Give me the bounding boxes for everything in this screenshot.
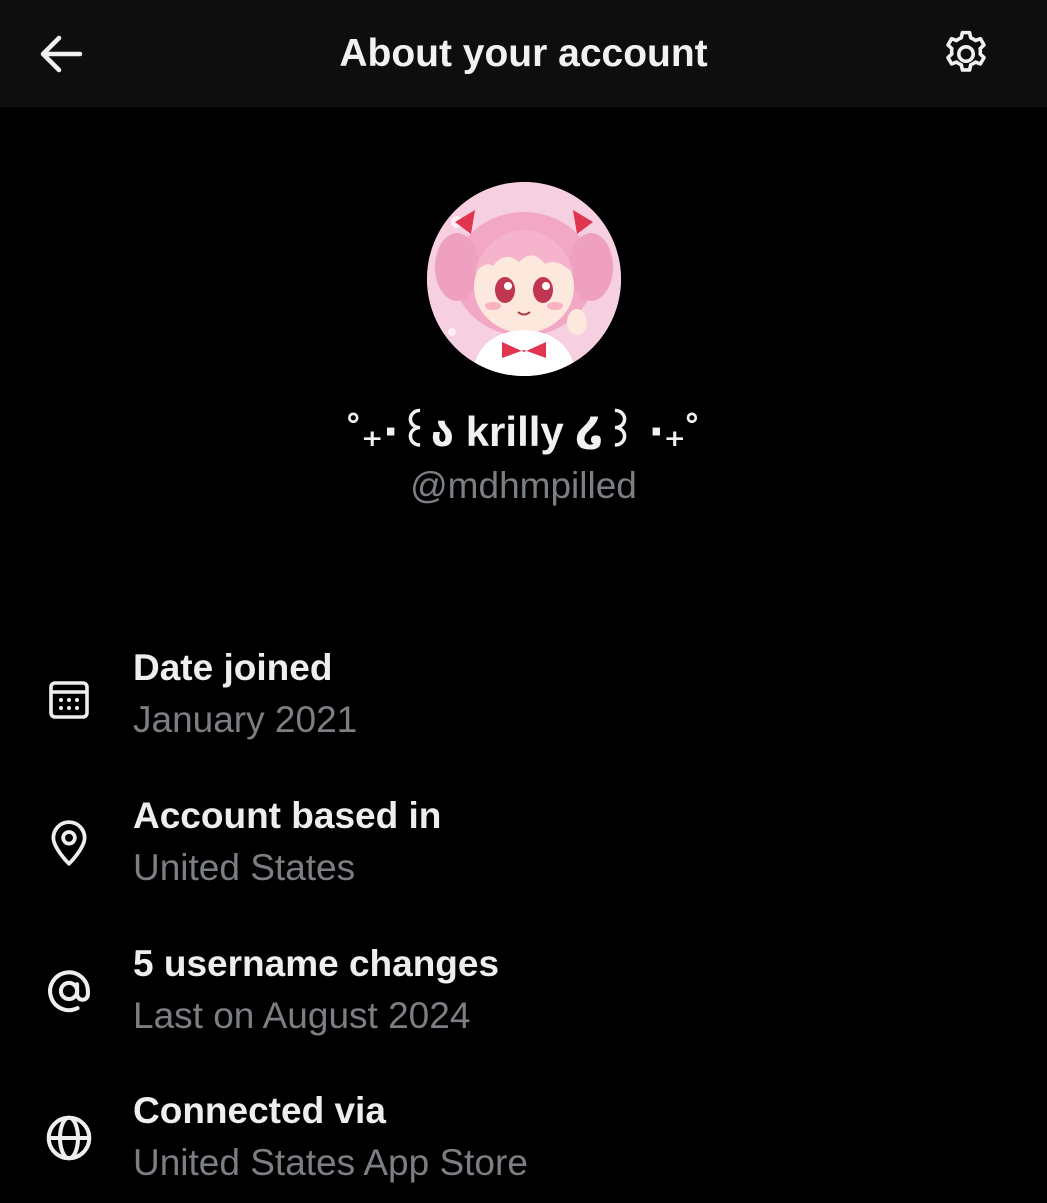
top-bar: About your account — [0, 0, 1047, 107]
detail-value: United States — [133, 847, 356, 888]
detail-value: United States App Store — [133, 1142, 528, 1183]
page-title: About your account — [339, 32, 708, 75]
globe-icon — [40, 1109, 98, 1167]
detail-label: Account based in — [133, 795, 442, 836]
detail-value: Last on August 2024 — [133, 995, 471, 1036]
settings-button[interactable] — [934, 22, 998, 86]
detail-row-date-joined: Date joined January 2021 — [0, 640, 1047, 760]
anime-character-avatar — [427, 182, 621, 376]
at-sign-icon — [40, 962, 98, 1020]
detail-row-connected-via: Connected via United States App Store — [0, 1083, 1047, 1203]
gear-icon — [946, 30, 986, 72]
detail-value: January 2021 — [133, 699, 358, 740]
detail-label: Date joined — [133, 647, 333, 688]
detail-label: 5 username changes — [133, 943, 500, 984]
detail-row-account-based-in: Account based in United States — [0, 788, 1047, 908]
calendar-icon — [40, 670, 98, 728]
avatar[interactable] — [427, 182, 621, 376]
detail-label: Connected via — [133, 1090, 386, 1131]
username-handle: @mdhmpilled — [410, 465, 637, 506]
location-pin-icon — [40, 814, 98, 872]
detail-row-username-changes: 5 username changes Last on August 2024 — [0, 936, 1047, 1056]
display-name: ˚₊‧꒰ა krilly ໒꒱ ‧₊˚ — [347, 408, 700, 455]
